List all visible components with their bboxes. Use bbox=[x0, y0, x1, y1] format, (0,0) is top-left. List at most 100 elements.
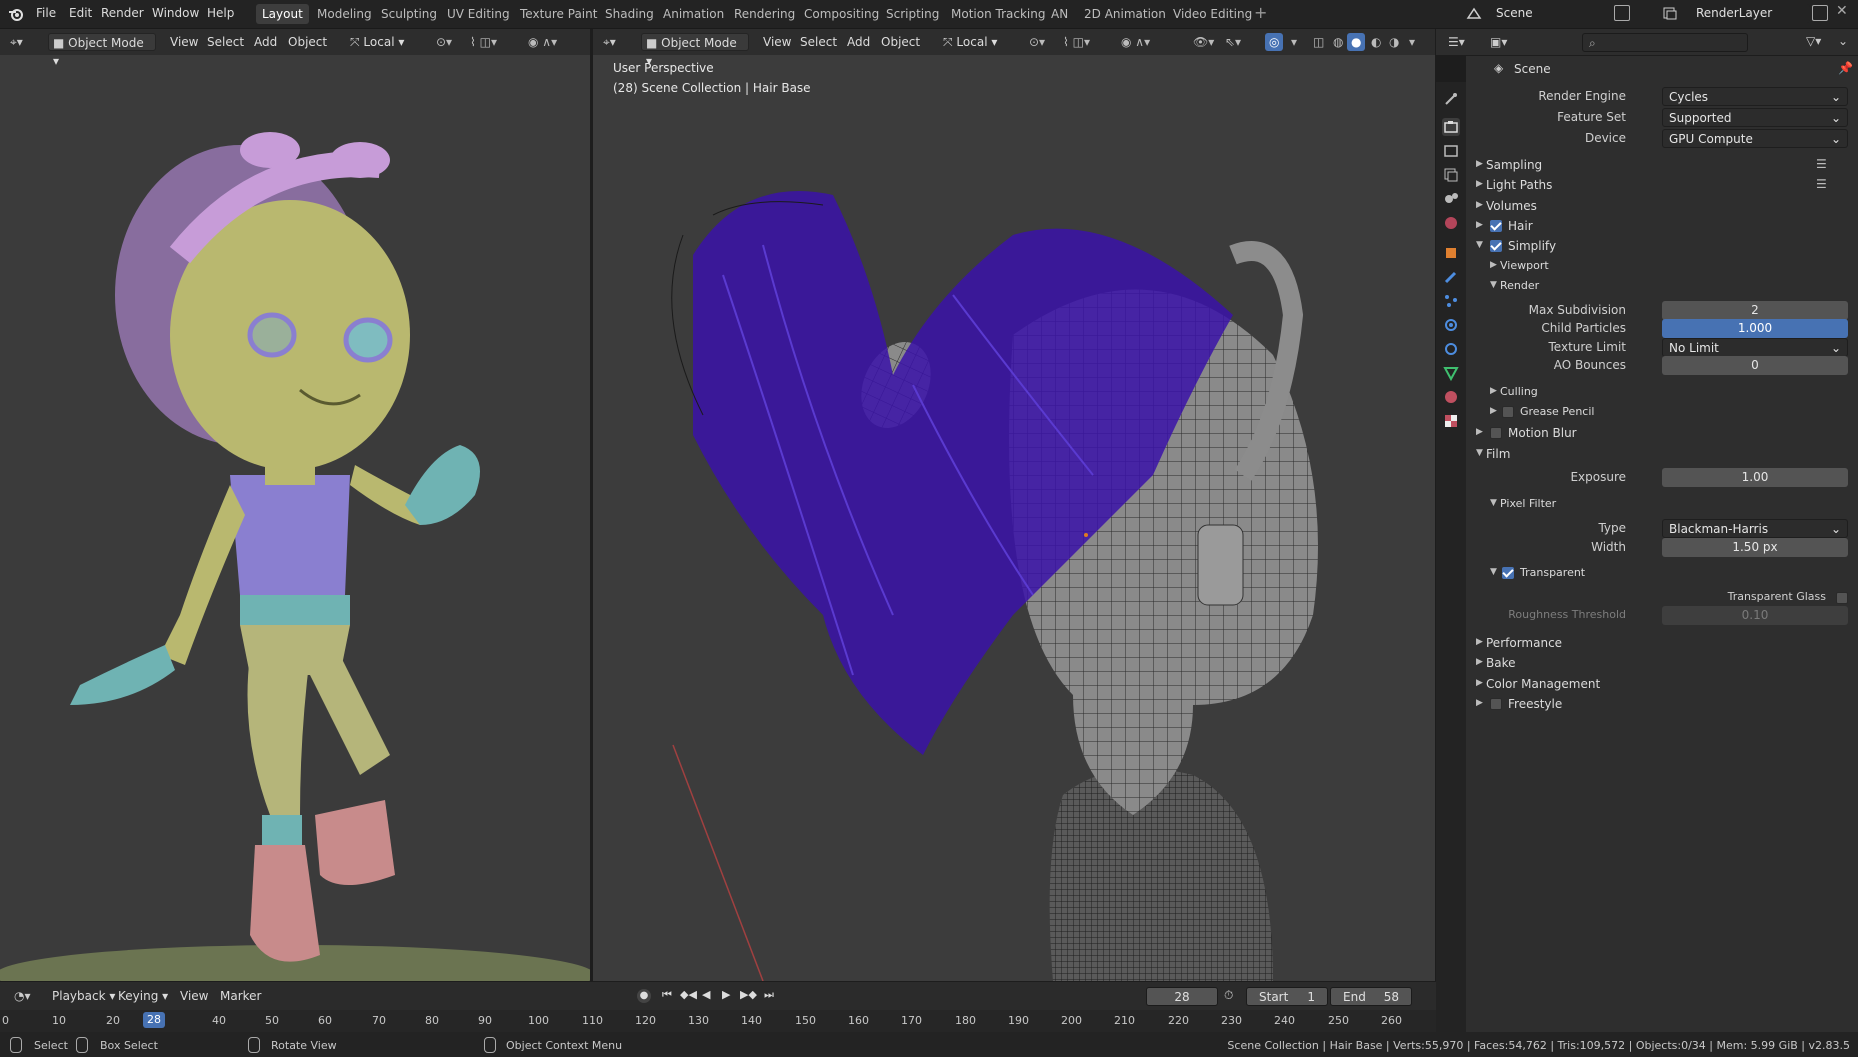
feature-set-dropdown[interactable]: Supported ⌄ bbox=[1662, 108, 1848, 127]
tab-texture-paint[interactable]: Texture Paint bbox=[514, 4, 603, 24]
add-workspace-icon[interactable]: + bbox=[1254, 3, 1267, 22]
filter-icon[interactable]: ▽▾ bbox=[1806, 34, 1821, 48]
left-orientation-selector[interactable]: ⤧ Local ▾ bbox=[346, 33, 432, 51]
section-hair[interactable]: ▶ Hair bbox=[1466, 215, 1858, 237]
exposure-field[interactable]: 1.00 bbox=[1662, 468, 1848, 487]
section-simplify[interactable]: ▼ Simplify bbox=[1466, 235, 1858, 257]
tab-an[interactable]: AN bbox=[1045, 4, 1074, 24]
tab-rendering[interactable]: Rendering bbox=[728, 4, 801, 24]
play-icon[interactable]: ▶ bbox=[722, 988, 730, 1001]
main-menu-view[interactable]: View bbox=[759, 33, 795, 51]
editor-type-icon[interactable]: ☰▾ bbox=[1448, 35, 1465, 49]
main-orientation-selector[interactable]: ⤧ Local ▾ bbox=[939, 33, 1025, 51]
tab-motion-tracking[interactable]: Motion Tracking bbox=[945, 4, 1051, 24]
tab-modeling[interactable]: Modeling bbox=[311, 4, 378, 24]
pin-icon[interactable]: 📌 bbox=[1838, 61, 1853, 75]
left-viewport[interactable]: ⌖▾ ■ Object Mode ▾ View Select Add Objec… bbox=[0, 29, 590, 981]
modifier-tab-icon[interactable] bbox=[1442, 268, 1460, 286]
left-menu-select[interactable]: Select bbox=[203, 33, 248, 51]
section-color-management[interactable]: ▶ Color Management bbox=[1466, 673, 1858, 695]
playhead[interactable]: 28 bbox=[143, 1012, 165, 1028]
subsection-render[interactable]: ▼ Render bbox=[1466, 275, 1858, 297]
menu-file[interactable]: File bbox=[36, 6, 56, 20]
menu-window[interactable]: Window bbox=[152, 6, 199, 20]
main-menu-select[interactable]: Select bbox=[796, 33, 841, 51]
transparent-checkbox[interactable] bbox=[1502, 567, 1514, 579]
section-freestyle[interactable]: ▶ Freestyle bbox=[1466, 693, 1858, 715]
timeline[interactable]: ◔▾ Playback ▾ Keying ▾ View Marker ● ⏮ ◆… bbox=[0, 982, 1436, 1032]
output-tab-icon[interactable] bbox=[1442, 142, 1460, 160]
timeline-menu-playback[interactable]: Playback ▾ bbox=[48, 987, 119, 1005]
gizmo-icon[interactable]: ⇖▾ bbox=[1221, 33, 1245, 51]
main-menu-object[interactable]: Object bbox=[877, 33, 924, 51]
close-icon[interactable]: ✕ bbox=[1836, 3, 1852, 19]
overlays-dropdown-icon[interactable]: ▾ bbox=[1287, 33, 1301, 51]
menu-edit[interactable]: Edit bbox=[69, 6, 92, 20]
left-menu-add[interactable]: Add bbox=[250, 33, 281, 51]
filter-width-field[interactable]: 1.50 px bbox=[1662, 538, 1848, 557]
section-motion-blur[interactable]: ▶ Motion Blur bbox=[1466, 422, 1858, 444]
roughness-threshold-field[interactable]: 0.10 bbox=[1662, 606, 1848, 625]
subsection-viewport[interactable]: ▶ Viewport bbox=[1466, 255, 1858, 277]
view-layer-tab-icon[interactable] bbox=[1442, 166, 1460, 184]
section-sampling[interactable]: ▶ Sampling ☰ bbox=[1466, 154, 1858, 176]
prev-keyframe-icon[interactable]: ◆◀ bbox=[680, 988, 697, 1001]
rendered-shading-icon[interactable]: ◑ bbox=[1385, 33, 1403, 51]
scene-icon[interactable] bbox=[1466, 6, 1482, 22]
scene-selector[interactable]: Scene bbox=[1490, 4, 1620, 23]
current-frame-field[interactable]: 28 bbox=[1146, 987, 1218, 1006]
tab-animation[interactable]: Animation bbox=[657, 4, 730, 24]
section-bake[interactable]: ▶ Bake bbox=[1466, 652, 1858, 674]
end-frame-field[interactable]: End 58 bbox=[1330, 987, 1412, 1006]
child-particles-slider[interactable]: 1.000 bbox=[1662, 319, 1848, 338]
next-keyframe-icon[interactable]: ▶◆ bbox=[740, 988, 757, 1001]
subsection-culling[interactable]: ▶ Culling bbox=[1466, 381, 1858, 403]
new-scene-icon[interactable] bbox=[1614, 5, 1630, 21]
snap-icon[interactable]: ⌇ ◫▾ bbox=[466, 33, 501, 51]
left-mode-selector[interactable]: ■ Object Mode ▾ bbox=[48, 33, 156, 68]
ao-bounces-field[interactable]: 0 bbox=[1662, 356, 1848, 375]
main-mode-selector[interactable]: ■ Object Mode ▾ bbox=[641, 33, 749, 68]
scene-tab-icon[interactable] bbox=[1442, 190, 1460, 208]
presets-icon[interactable]: ☰ bbox=[1816, 177, 1827, 191]
left-menu-view[interactable]: View bbox=[166, 33, 202, 51]
tab-shading[interactable]: Shading bbox=[599, 4, 660, 24]
properties-search-input[interactable]: ⌕ bbox=[1582, 33, 1748, 52]
grease-pencil-checkbox[interactable] bbox=[1502, 406, 1514, 418]
timeline-menu-view[interactable]: View bbox=[176, 987, 212, 1005]
left-menu-object[interactable]: Object bbox=[284, 33, 331, 51]
constraints-tab-icon[interactable] bbox=[1442, 340, 1460, 358]
tab-sculpting[interactable]: Sculpting bbox=[375, 4, 443, 24]
solid-shading-icon[interactable]: ● bbox=[1347, 33, 1366, 51]
object-tab-icon[interactable] bbox=[1442, 244, 1460, 262]
new-view-layer-icon[interactable] bbox=[1812, 5, 1828, 21]
section-film[interactable]: ▼ Film bbox=[1466, 443, 1858, 465]
preview-range-icon[interactable]: ⏱ bbox=[1224, 988, 1233, 1003]
record-icon[interactable]: ● bbox=[637, 989, 651, 1003]
pivot-icon[interactable]: ⊙▾ bbox=[1025, 33, 1049, 51]
tool-tab-icon[interactable] bbox=[1442, 90, 1460, 108]
start-frame-field[interactable]: Start 1 bbox=[1246, 987, 1328, 1006]
overlays-icon[interactable]: ◎ bbox=[1265, 33, 1284, 51]
timeline-menu-keying[interactable]: Keying ▾ bbox=[114, 987, 172, 1005]
subsection-transparent[interactable]: ▼ Transparent bbox=[1466, 562, 1858, 584]
tab-2d-animation[interactable]: 2D Animation bbox=[1078, 4, 1172, 24]
tab-layout[interactable]: Layout bbox=[256, 4, 309, 24]
particles-tab-icon[interactable] bbox=[1442, 292, 1460, 310]
section-performance[interactable]: ▶ Performance bbox=[1466, 632, 1858, 654]
render-tab-icon[interactable] bbox=[1442, 118, 1460, 136]
subsection-grease-pencil[interactable]: ▶ Grease Pencil bbox=[1466, 401, 1858, 423]
snap-icon[interactable]: ⌇ ◫▾ bbox=[1059, 33, 1094, 51]
main-menu-add[interactable]: Add bbox=[843, 33, 874, 51]
transparent-glass-checkbox[interactable] bbox=[1836, 592, 1848, 604]
motion-blur-checkbox[interactable] bbox=[1490, 427, 1502, 439]
proportional-edit-icon[interactable]: ◉ ∧▾ bbox=[1117, 33, 1154, 51]
main-viewport[interactable]: ⌖▾ ■ Object Mode ▾ View Select Add Objec… bbox=[593, 29, 1435, 981]
play-reverse-icon[interactable]: ◀ bbox=[702, 988, 710, 1001]
device-dropdown[interactable]: GPU Compute ⌄ bbox=[1662, 129, 1848, 148]
timeline-editor-type-icon[interactable]: ◔▾ bbox=[10, 987, 35, 1005]
editor-type-icon[interactable]: ⌖▾ bbox=[10, 35, 34, 49]
section-light-paths[interactable]: ▶ Light Paths ☰ bbox=[1466, 174, 1858, 196]
render-engine-dropdown[interactable]: Cycles ⌄ bbox=[1662, 87, 1848, 106]
freestyle-checkbox[interactable] bbox=[1490, 698, 1502, 710]
